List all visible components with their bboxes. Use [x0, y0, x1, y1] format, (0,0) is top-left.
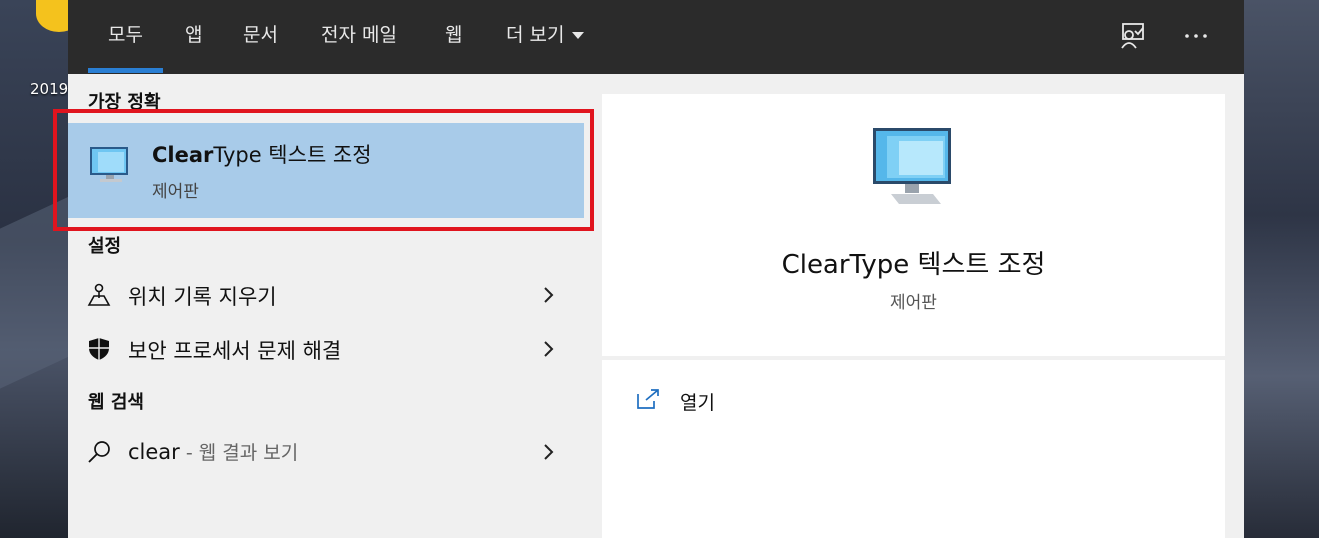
web-search-query: clear [128, 440, 180, 464]
filter-tab-bar: 모두 앱 문서 전자 메일 웹 더 보기 [68, 0, 1244, 74]
preview-pane: ClearType 텍스트 조정 제어판 열기 [602, 94, 1225, 538]
tab-documents[interactable]: 문서 [243, 20, 278, 50]
best-match-title-rest: Type 텍스트 조정 [213, 143, 372, 167]
search-panel: 모두 앱 문서 전자 메일 웹 더 보기 가장 정확 ClearType 텍스트… [68, 0, 1244, 538]
wallpaper-mountain [0, 182, 68, 398]
best-match-heading: 가장 정확 [88, 92, 161, 113]
web-search-suffix: - 웹 결과 보기 [179, 442, 299, 464]
chevron-right-icon [538, 442, 558, 462]
open-action-label: 열기 [680, 392, 715, 414]
web-search-heading: 웹 검색 [88, 392, 144, 413]
desktop-icon-label: 2019 [30, 80, 69, 98]
monitor-icon [88, 143, 132, 187]
settings-item-security-processor[interactable]: 보안 프로세서 문제 해결 [68, 324, 584, 374]
tab-web[interactable]: 웹 [445, 20, 462, 50]
monitor-icon [871, 124, 957, 216]
settings-item-label: 위치 기록 지우기 [128, 285, 277, 309]
chevron-right-icon [538, 339, 558, 359]
web-search-label: clear - 웹 결과 보기 [128, 438, 298, 465]
best-match-item[interactable]: ClearType 텍스트 조정 제어판 [68, 123, 584, 218]
tab-all[interactable]: 모두 [108, 20, 143, 50]
best-match-title-bold: Clear [152, 143, 214, 167]
tab-apps[interactable]: 앱 [185, 20, 202, 50]
tab-more[interactable]: 더 보기 [506, 20, 585, 50]
caret-down-icon [572, 32, 585, 39]
preview-subtitle: 제어판 [890, 293, 937, 313]
settings-item-label: 보안 프로세서 문제 해결 [128, 339, 342, 363]
selected-tab-indicator [88, 68, 163, 73]
location-icon [86, 282, 112, 308]
settings-item-clear-location-history[interactable]: 위치 기록 지우기 [68, 270, 584, 320]
shield-icon [86, 336, 112, 362]
feedback-icon[interactable] [1114, 18, 1150, 54]
best-match-subtitle: 제어판 [152, 182, 199, 202]
preview-divider [602, 356, 1225, 360]
chevron-right-icon [538, 285, 558, 305]
tab-more-label: 더 보기 [506, 24, 565, 46]
preview-title: ClearType 텍스트 조정 [781, 250, 1046, 280]
settings-heading: 설정 [88, 236, 122, 257]
ellipsis-icon[interactable] [1178, 18, 1214, 54]
open-icon [636, 388, 662, 410]
desktop-right-strip [1244, 0, 1319, 538]
open-action[interactable]: 열기 [636, 384, 836, 420]
search-icon [86, 439, 112, 465]
tab-email[interactable]: 전자 메일 [321, 20, 397, 50]
web-search-result[interactable]: clear - 웹 결과 보기 [68, 427, 584, 477]
best-match-title: ClearType 텍스트 조정 [152, 139, 372, 169]
